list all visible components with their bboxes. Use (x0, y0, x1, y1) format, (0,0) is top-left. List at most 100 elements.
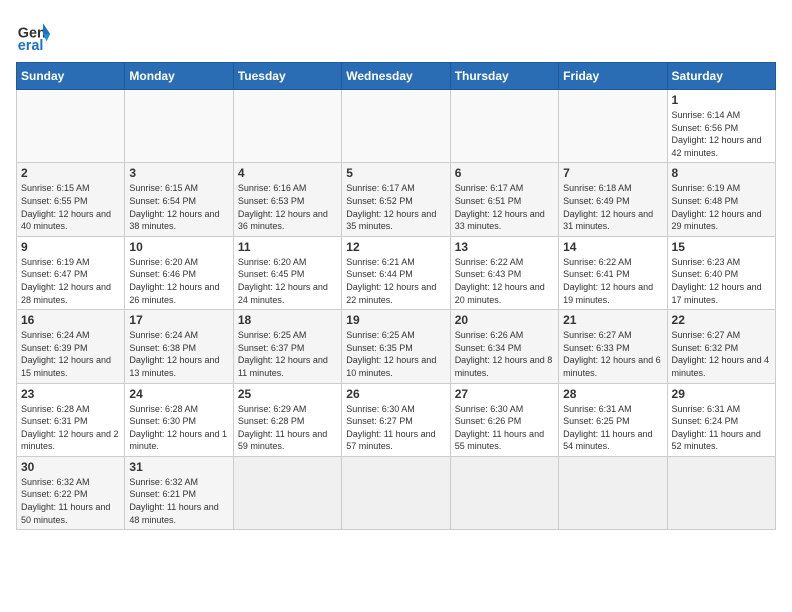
day-number: 4 (238, 166, 337, 180)
day-info: Sunrise: 6:30 AM Sunset: 6:27 PM Dayligh… (346, 403, 445, 453)
day-info: Sunrise: 6:28 AM Sunset: 6:30 PM Dayligh… (129, 403, 228, 453)
weekday-header-sunday: Sunday (17, 63, 125, 90)
calendar-day-cell: 1Sunrise: 6:14 AM Sunset: 6:56 PM Daylig… (667, 90, 775, 163)
calendar-day-cell: 7 Sunrise: 6:18 AM Sunset: 6:49 PM Daylig… (559, 163, 667, 236)
day-info: Sunrise: 6:26 AM Sunset: 6:34 PM Dayligh… (455, 329, 554, 379)
day-info: Sunrise: 6:22 AM Sunset: 6:43 PM Dayligh… (455, 256, 554, 306)
weekday-header-thursday: Thursday (450, 63, 558, 90)
day-number: 10 (129, 240, 228, 254)
day-number: 23 (21, 387, 120, 401)
calendar-day-cell: 31 Sunrise: 6:32 AM Sunset: 6:21 PM Dayli… (125, 456, 233, 529)
day-info: Sunrise: 6:18 AM Sunset: 6:49 PM Dayligh… (563, 182, 662, 232)
day-number: 8 (672, 166, 771, 180)
day-number: 14 (563, 240, 662, 254)
day-info: Sunrise: 6:25 AM Sunset: 6:37 PM Dayligh… (238, 329, 337, 379)
day-number: 22 (672, 313, 771, 327)
calendar-day-cell (342, 90, 450, 163)
calendar-week-row: 16 Sunrise: 6:24 AM Sunset: 6:39 PM Dayli… (17, 310, 776, 383)
day-info: Sunrise: 6:19 AM Sunset: 6:47 PM Dayligh… (21, 256, 120, 306)
calendar-day-cell: 16 Sunrise: 6:24 AM Sunset: 6:39 PM Dayli… (17, 310, 125, 383)
calendar-day-cell: 28 Sunrise: 6:31 AM Sunset: 6:25 PM Dayli… (559, 383, 667, 456)
day-number: 28 (563, 387, 662, 401)
day-info: Sunrise: 6:20 AM Sunset: 6:45 PM Dayligh… (238, 256, 337, 306)
day-info: Sunrise: 6:27 AM Sunset: 6:32 PM Dayligh… (672, 329, 771, 379)
day-info: Sunrise: 6:24 AM Sunset: 6:38 PM Dayligh… (129, 329, 228, 379)
day-info: Sunrise: 6:16 AM Sunset: 6:53 PM Dayligh… (238, 182, 337, 232)
calendar-day-cell: 2 Sunrise: 6:15 AM Sunset: 6:55 PM Daylig… (17, 163, 125, 236)
day-number: 19 (346, 313, 445, 327)
calendar-week-row: 23 Sunrise: 6:28 AM Sunset: 6:31 PM Dayli… (17, 383, 776, 456)
calendar-day-cell (450, 456, 558, 529)
calendar-day-cell: 29Sunrise: 6:31 AM Sunset: 6:24 PM Dayli… (667, 383, 775, 456)
day-info: Sunrise: 6:24 AM Sunset: 6:39 PM Dayligh… (21, 329, 120, 379)
day-info: Sunrise: 6:29 AM Sunset: 6:28 PM Dayligh… (238, 403, 337, 453)
day-info: Sunrise: 6:31 AM Sunset: 6:25 PM Dayligh… (563, 403, 662, 453)
day-number: 6 (455, 166, 554, 180)
calendar-day-cell: 24 Sunrise: 6:28 AM Sunset: 6:30 PM Dayli… (125, 383, 233, 456)
weekday-header-monday: Monday (125, 63, 233, 90)
calendar-day-cell (450, 90, 558, 163)
day-info: Sunrise: 6:22 AM Sunset: 6:41 PM Dayligh… (563, 256, 662, 306)
calendar-day-cell: 6 Sunrise: 6:17 AM Sunset: 6:51 PM Daylig… (450, 163, 558, 236)
day-number: 5 (346, 166, 445, 180)
day-info: Sunrise: 6:30 AM Sunset: 6:26 PM Dayligh… (455, 403, 554, 453)
day-number: 7 (563, 166, 662, 180)
logo: Gen eral (16, 16, 56, 52)
day-number: 25 (238, 387, 337, 401)
calendar-day-cell: 26 Sunrise: 6:30 AM Sunset: 6:27 PM Dayli… (342, 383, 450, 456)
day-info: Sunrise: 6:23 AM Sunset: 6:40 PM Dayligh… (672, 256, 771, 306)
day-number: 27 (455, 387, 554, 401)
day-number: 20 (455, 313, 554, 327)
day-number: 2 (21, 166, 120, 180)
day-info: Sunrise: 6:15 AM Sunset: 6:55 PM Dayligh… (21, 182, 120, 232)
day-number: 16 (21, 313, 120, 327)
calendar-day-cell: 20 Sunrise: 6:26 AM Sunset: 6:34 PM Dayli… (450, 310, 558, 383)
page-header: Gen eral (16, 16, 776, 52)
calendar-day-cell: 4 Sunrise: 6:16 AM Sunset: 6:53 PM Daylig… (233, 163, 341, 236)
day-info: Sunrise: 6:20 AM Sunset: 6:46 PM Dayligh… (129, 256, 228, 306)
calendar-day-cell (667, 456, 775, 529)
calendar-day-cell: 13 Sunrise: 6:22 AM Sunset: 6:43 PM Dayli… (450, 236, 558, 309)
day-number: 21 (563, 313, 662, 327)
calendar-table: SundayMondayTuesdayWednesdayThursdayFrid… (16, 62, 776, 530)
calendar-week-row: 9Sunrise: 6:19 AM Sunset: 6:47 PM Daylig… (17, 236, 776, 309)
day-info: Sunrise: 6:14 AM Sunset: 6:56 PM Dayligh… (672, 109, 771, 159)
day-number: 31 (129, 460, 228, 474)
day-info: Sunrise: 6:27 AM Sunset: 6:33 PM Dayligh… (563, 329, 662, 379)
logo-icon: Gen eral (16, 16, 52, 52)
day-info: Sunrise: 6:32 AM Sunset: 6:22 PM Dayligh… (21, 476, 120, 526)
calendar-week-row: 1Sunrise: 6:14 AM Sunset: 6:56 PM Daylig… (17, 90, 776, 163)
calendar-day-cell: 9Sunrise: 6:19 AM Sunset: 6:47 PM Daylig… (17, 236, 125, 309)
calendar-day-cell (125, 90, 233, 163)
calendar-day-cell: 10 Sunrise: 6:20 AM Sunset: 6:46 PM Dayli… (125, 236, 233, 309)
calendar-day-cell: 21 Sunrise: 6:27 AM Sunset: 6:33 PM Dayli… (559, 310, 667, 383)
day-info: Sunrise: 6:25 AM Sunset: 6:35 PM Dayligh… (346, 329, 445, 379)
day-info: Sunrise: 6:28 AM Sunset: 6:31 PM Dayligh… (21, 403, 120, 453)
weekday-header-tuesday: Tuesday (233, 63, 341, 90)
day-number: 24 (129, 387, 228, 401)
day-info: Sunrise: 6:17 AM Sunset: 6:51 PM Dayligh… (455, 182, 554, 232)
day-number: 26 (346, 387, 445, 401)
day-info: Sunrise: 6:32 AM Sunset: 6:21 PM Dayligh… (129, 476, 228, 526)
calendar-day-cell: 19 Sunrise: 6:25 AM Sunset: 6:35 PM Dayli… (342, 310, 450, 383)
calendar-day-cell (233, 456, 341, 529)
calendar-day-cell (17, 90, 125, 163)
calendar-day-cell: 3 Sunrise: 6:15 AM Sunset: 6:54 PM Daylig… (125, 163, 233, 236)
day-number: 3 (129, 166, 228, 180)
svg-text:eral: eral (18, 38, 44, 52)
calendar-day-cell: 15Sunrise: 6:23 AM Sunset: 6:40 PM Dayli… (667, 236, 775, 309)
day-number: 18 (238, 313, 337, 327)
day-number: 30 (21, 460, 120, 474)
day-info: Sunrise: 6:19 AM Sunset: 6:48 PM Dayligh… (672, 182, 771, 232)
calendar-week-row: 30 Sunrise: 6:32 AM Sunset: 6:22 PM Dayli… (17, 456, 776, 529)
calendar-day-cell: 17Sunrise: 6:24 AM Sunset: 6:38 PM Dayli… (125, 310, 233, 383)
day-number: 13 (455, 240, 554, 254)
day-info: Sunrise: 6:31 AM Sunset: 6:24 PM Dayligh… (672, 403, 771, 453)
day-info: Sunrise: 6:15 AM Sunset: 6:54 PM Dayligh… (129, 182, 228, 232)
calendar-day-cell (559, 90, 667, 163)
day-info: Sunrise: 6:21 AM Sunset: 6:44 PM Dayligh… (346, 256, 445, 306)
calendar-day-cell: 14 Sunrise: 6:22 AM Sunset: 6:41 PM Dayli… (559, 236, 667, 309)
day-number: 12 (346, 240, 445, 254)
calendar-day-cell: 25 Sunrise: 6:29 AM Sunset: 6:28 PM Dayli… (233, 383, 341, 456)
weekday-header-friday: Friday (559, 63, 667, 90)
